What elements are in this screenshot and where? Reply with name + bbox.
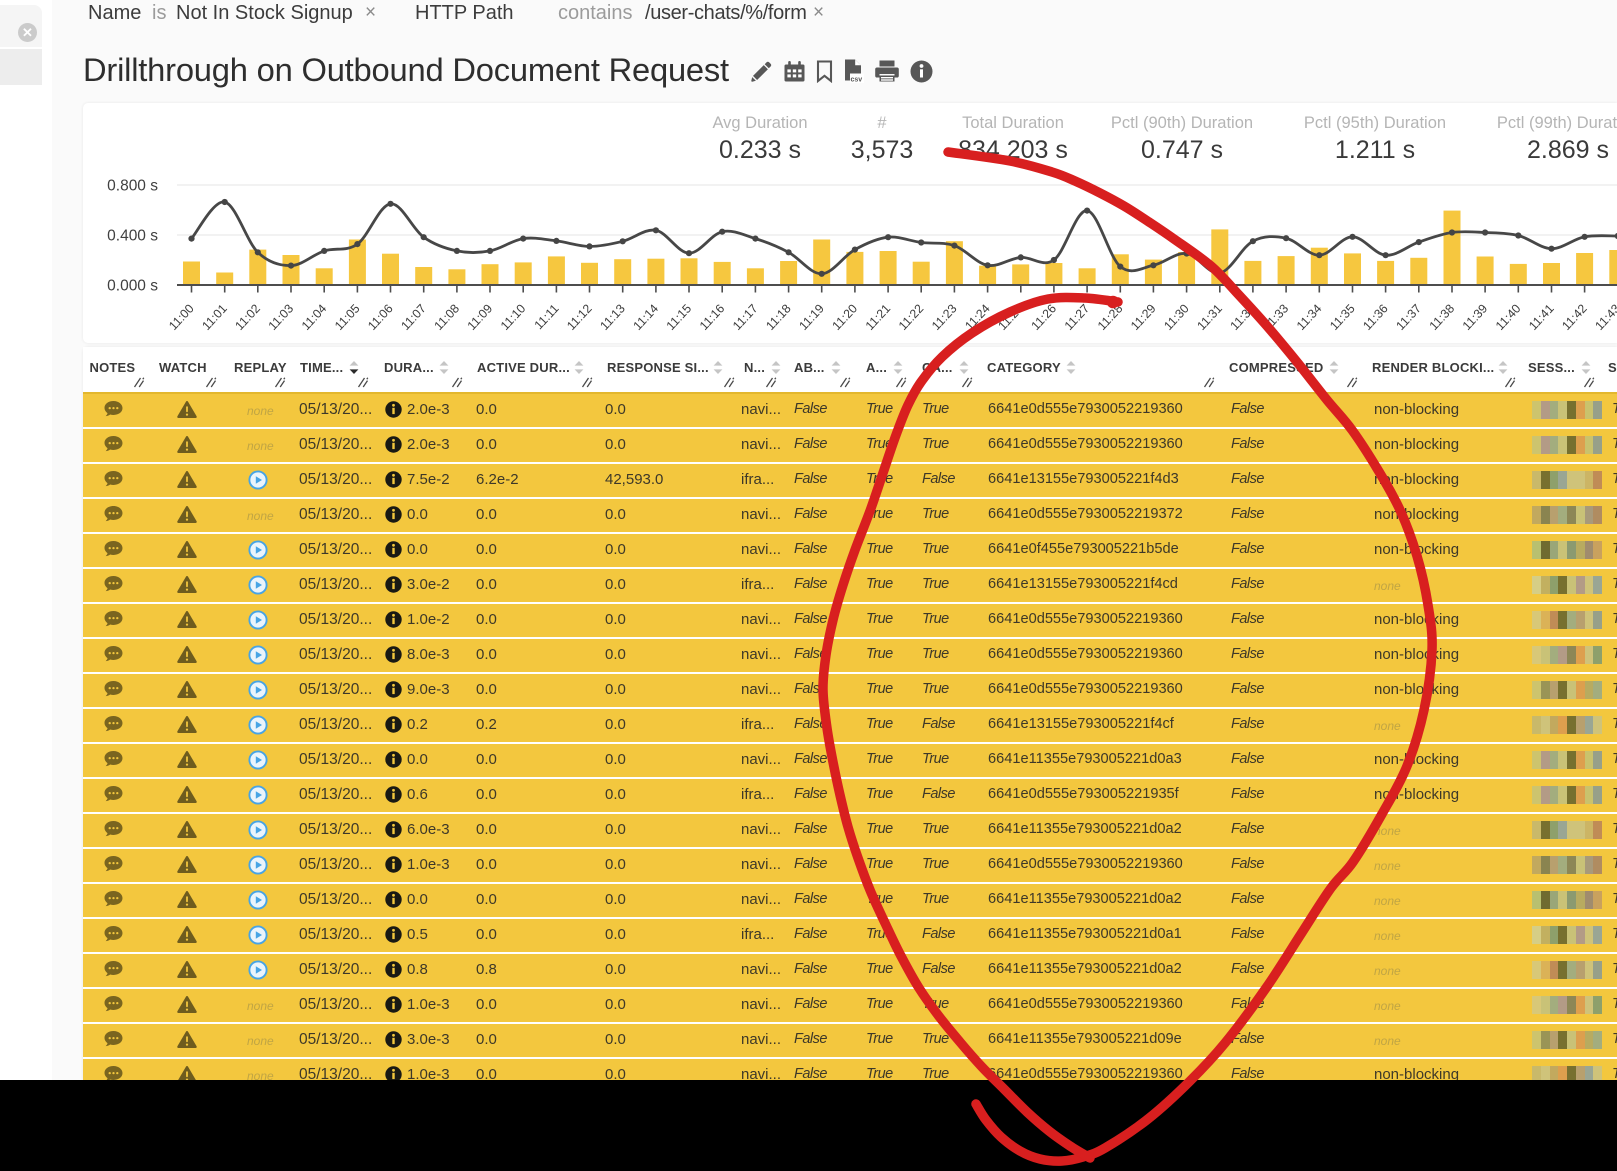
svg-text:11:36: 11:36 — [1360, 301, 1391, 333]
svg-text:11:26: 11:26 — [1028, 301, 1059, 333]
svg-text:11:32: 11:32 — [1227, 301, 1258, 333]
svg-text:11:18: 11:18 — [763, 301, 794, 333]
svg-text:11:33: 11:33 — [1261, 301, 1292, 333]
svg-text:11:08: 11:08 — [431, 301, 462, 333]
svg-text:11:17: 11:17 — [730, 301, 761, 333]
svg-text:11:31: 11:31 — [1194, 301, 1225, 333]
svg-text:11:24: 11:24 — [962, 301, 993, 333]
svg-text:11:22: 11:22 — [896, 301, 927, 333]
svg-text:11:39: 11:39 — [1460, 301, 1491, 333]
svg-text:11:07: 11:07 — [398, 301, 429, 333]
svg-text:11:20: 11:20 — [829, 301, 860, 333]
svg-text:11:06: 11:06 — [365, 301, 396, 333]
svg-text:0.800 s: 0.800 s — [107, 178, 158, 195]
svg-text:11:05: 11:05 — [332, 301, 363, 333]
svg-text:11:00: 11:00 — [166, 301, 197, 333]
svg-text:11:12: 11:12 — [564, 301, 595, 333]
svg-text:11:30: 11:30 — [1161, 301, 1192, 333]
svg-text:11:04: 11:04 — [299, 301, 330, 333]
svg-text:11:16: 11:16 — [697, 301, 728, 333]
svg-text:0.400 s: 0.400 s — [107, 228, 158, 245]
svg-text:11:21: 11:21 — [863, 301, 894, 333]
svg-text:11:40: 11:40 — [1493, 301, 1524, 333]
svg-text:11:11: 11:11 — [532, 301, 562, 332]
svg-text:11:10: 11:10 — [498, 301, 529, 333]
svg-text:11:03: 11:03 — [266, 301, 297, 333]
svg-text:11:15: 11:15 — [664, 301, 695, 333]
svg-text:11:43: 11:43 — [1592, 301, 1617, 333]
svg-text:11:42: 11:42 — [1559, 301, 1590, 333]
svg-text:11:41: 11:41 — [1526, 301, 1557, 333]
svg-text:11:27: 11:27 — [1062, 301, 1093, 333]
svg-text:11:19: 11:19 — [796, 301, 827, 333]
svg-text:11:14: 11:14 — [630, 301, 661, 333]
svg-text:11:29: 11:29 — [1128, 301, 1159, 333]
svg-text:11:23: 11:23 — [929, 301, 960, 333]
svg-text:0.000 s: 0.000 s — [107, 278, 158, 295]
svg-text:11:34: 11:34 — [1294, 301, 1325, 333]
svg-text:11:28: 11:28 — [1095, 301, 1126, 333]
svg-text:11:01: 11:01 — [199, 301, 230, 333]
svg-text:11:13: 11:13 — [597, 301, 628, 333]
svg-text:11:37: 11:37 — [1393, 301, 1424, 333]
svg-text:11:25: 11:25 — [995, 301, 1026, 333]
svg-text:11:02: 11:02 — [232, 301, 263, 333]
svg-text:11:35: 11:35 — [1327, 301, 1358, 333]
svg-text:11:09: 11:09 — [465, 301, 496, 333]
svg-text:11:38: 11:38 — [1427, 301, 1458, 333]
